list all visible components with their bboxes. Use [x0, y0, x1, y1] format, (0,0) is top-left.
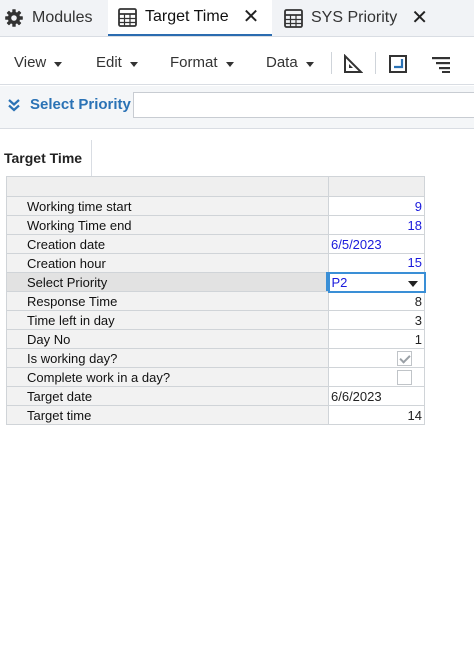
value-cell[interactable]: 3 — [328, 310, 425, 330]
table-row: Response Time 8 — [6, 291, 425, 311]
toolbar: View Edit Format Data — [0, 44, 474, 85]
tab-label: Target Time — [145, 8, 229, 25]
checkbox-cell — [328, 367, 425, 387]
table-row: Working Time end 18 — [6, 215, 425, 235]
ruler-icon[interactable] — [343, 53, 364, 74]
value-cell[interactable]: 1 — [328, 329, 425, 349]
table-row: Target time 14 — [6, 405, 425, 425]
priority-dropdown[interactable]: P2 — [325, 271, 426, 293]
filter-toggle[interactable]: Select Priority — [8, 96, 131, 113]
row-label: Complete work in a day? — [6, 367, 329, 387]
row-label: Response Time — [6, 291, 329, 311]
focus-marker — [325, 271, 330, 291]
grid-icon — [118, 7, 137, 27]
table-row: Target date 6/6/2023 — [6, 386, 425, 406]
gear-icon — [4, 8, 24, 28]
row-label: Creation hour — [6, 253, 329, 273]
menu-view[interactable]: View — [14, 54, 63, 71]
filter-bar: Select Priority — [0, 86, 474, 129]
menu-label: Data — [266, 54, 298, 71]
close-icon[interactable]: ✕ — [411, 8, 428, 28]
checkbox-cell — [328, 348, 425, 368]
row-label: Target date — [6, 386, 329, 406]
tab-sys-priority[interactable]: SYS Priority ✕ — [276, 0, 436, 36]
caret-down-icon — [225, 61, 234, 67]
table-row: Creation hour 15 — [6, 253, 425, 273]
row-label: Is working day? — [6, 348, 329, 368]
table-row: Select Priority P2 — [6, 271, 426, 293]
dropdown-value: P2 — [331, 274, 348, 290]
double-chevron-down-icon — [8, 98, 20, 112]
filter-label: Select Priority — [30, 96, 131, 113]
menu-edit[interactable]: Edit — [96, 54, 138, 71]
value-cell[interactable]: 8 — [328, 291, 425, 311]
table-row: Working time start 9 — [6, 196, 425, 216]
unchecked-checkbox[interactable] — [397, 370, 412, 385]
table-row: Is working day? — [6, 348, 425, 368]
menu-label: Format — [170, 54, 218, 71]
row-label: Working time start — [6, 196, 329, 216]
value-cell[interactable]: 6/6/2023 — [328, 386, 425, 406]
tab-label: Modules — [32, 9, 93, 26]
table-row: Time left in day 3 — [6, 310, 425, 330]
row-label: Select Priority — [6, 272, 329, 292]
filter-input[interactable] — [133, 92, 474, 118]
grid-header-row — [6, 176, 425, 197]
checked-checkbox[interactable] — [397, 351, 412, 366]
tab-label: SYS Priority — [311, 9, 398, 26]
caret-down-icon — [407, 280, 418, 287]
caret-down-icon — [54, 61, 63, 67]
menu-data[interactable]: Data — [266, 54, 314, 71]
value-cell[interactable]: 14 — [328, 405, 425, 425]
row-label: Day No — [6, 329, 329, 349]
toolbar-divider — [331, 52, 332, 74]
tab-bar: Modules Target Time ✕ SYS Priority ✕ — [0, 0, 474, 37]
tab-modules[interactable]: Modules — [4, 0, 104, 36]
value-cell[interactable]: 9 — [328, 196, 425, 216]
table-row: Complete work in a day? — [6, 367, 425, 387]
tab-target-time[interactable]: Target Time ✕ — [108, 0, 272, 36]
section-title: Target Time — [0, 140, 92, 176]
row-label: Target time — [6, 405, 329, 425]
value-cell[interactable]: 18 — [328, 215, 425, 235]
header-cell — [328, 176, 425, 197]
row-label: Working Time end — [6, 215, 329, 235]
table-row: Day No 1 — [6, 329, 425, 349]
close-icon[interactable]: ✕ — [243, 7, 260, 27]
row-label: Time left in day — [6, 310, 329, 330]
value-cell[interactable]: 15 — [328, 253, 425, 273]
toolbar-divider — [375, 52, 376, 74]
table-row: Creation date 6/5/2023 — [6, 234, 425, 254]
header-cell — [6, 176, 329, 197]
data-grid: Working time start 9 Working Time end 18 Cre… — [6, 176, 426, 425]
caret-down-icon — [129, 61, 138, 67]
grid-icon — [284, 8, 303, 28]
align-right-icon[interactable] — [431, 54, 451, 74]
menu-format[interactable]: Format — [170, 54, 234, 71]
caret-down-icon — [305, 61, 314, 67]
row-label: Creation date — [6, 234, 329, 254]
menu-label: View — [14, 54, 47, 71]
value-cell[interactable]: 6/5/2023 — [328, 234, 425, 254]
frame-icon[interactable] — [388, 54, 408, 74]
menu-label: Edit — [96, 54, 122, 71]
